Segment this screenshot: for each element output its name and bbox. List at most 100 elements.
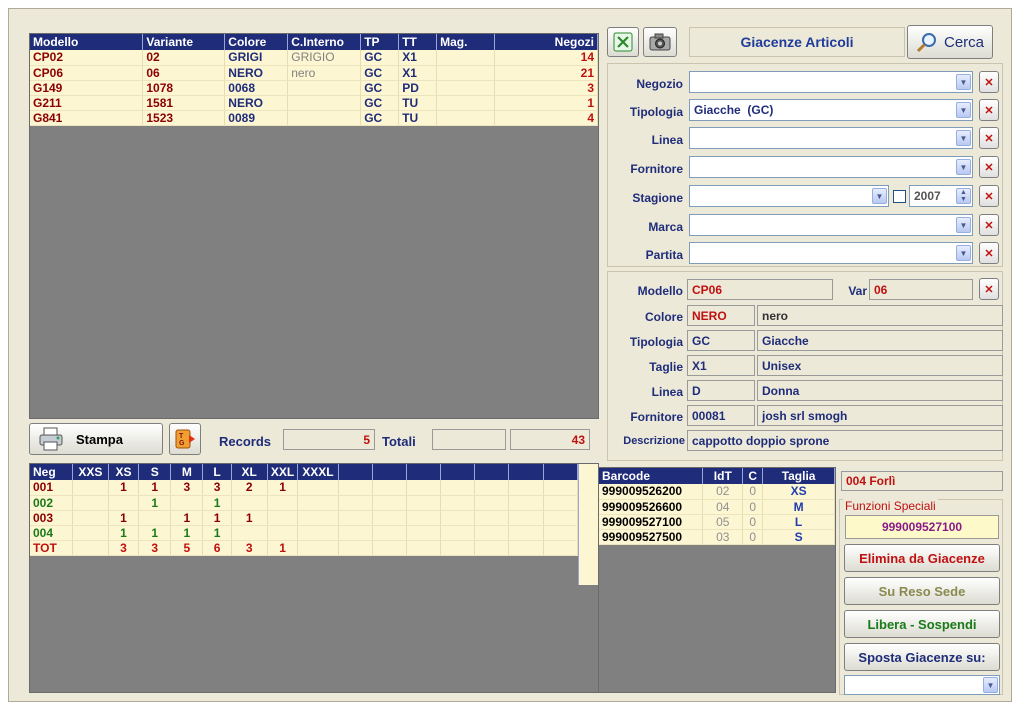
camera-button[interactable] (643, 27, 677, 57)
table-row[interactable]: 001 1 1 3 3 2 1 (30, 480, 579, 496)
clear-linea-button[interactable]: ✕ (979, 127, 999, 149)
filter-linea-select[interactable]: ▼ (689, 127, 973, 149)
special-functions-title: Funzioni Speciali (843, 499, 938, 513)
column-header[interactable]: C (742, 468, 764, 484)
chevron-down-icon[interactable]: ▼ (956, 130, 971, 146)
table-row[interactable]: CP06 06 NERO nero GC X1 21 (30, 65, 598, 81)
chevron-down-icon[interactable]: ▼ (872, 188, 887, 204)
barcode-grid[interactable]: Barcode IdT C Taglia 999009526200 02 0 XS 99900… (598, 467, 836, 693)
table-row[interactable]: CP02 02 GRIGI GRIGIO GC X1 14 (30, 50, 598, 66)
column-header[interactable]: XXXL (297, 464, 339, 480)
close-icon: ✕ (984, 132, 994, 145)
table-cell: S (762, 529, 835, 545)
table-cell (267, 525, 299, 541)
table-cell: GRIGIO (287, 50, 362, 66)
table-row[interactable]: 003 1 1 1 1 (30, 510, 579, 526)
column-header[interactable] (508, 464, 544, 480)
return-hq-button[interactable]: Su Reso Sede (844, 577, 1000, 605)
filter-partita-select[interactable]: ▼ (689, 242, 973, 264)
column-header[interactable]: Barcode (599, 468, 704, 484)
column-header[interactable]: IdT (702, 468, 744, 484)
clear-tipologia-button[interactable]: ✕ (979, 99, 999, 121)
column-header[interactable]: Variante (142, 34, 226, 50)
table-cell: GC (360, 110, 400, 126)
detail-linea-desc: Donna (757, 380, 1003, 401)
detail-var-label: Var (848, 284, 867, 298)
column-header[interactable]: Modello (30, 34, 144, 50)
column-header[interactable] (474, 464, 510, 480)
chevron-down-icon[interactable]: ▼ (956, 102, 971, 118)
column-header[interactable]: M (170, 464, 204, 480)
chevron-down-icon[interactable]: ▼ (956, 217, 971, 233)
filter-stagione-select[interactable]: ▼ (689, 185, 889, 207)
column-header[interactable]: XXL (267, 464, 299, 480)
column-header[interactable]: TP (360, 34, 400, 50)
stagione-year-checkbox[interactable] (893, 190, 906, 203)
stagione-year-value: 2007 (914, 189, 941, 203)
chevron-down-icon[interactable]: ▼ (983, 677, 998, 693)
move-stock-button[interactable]: Sposta Giacenze su: (844, 643, 1000, 671)
column-header[interactable]: XXS (72, 464, 109, 480)
column-header[interactable]: XL (231, 464, 268, 480)
column-header[interactable]: Mag. (436, 34, 496, 50)
table-row[interactable]: G211 1581 NERO GC TU 1 (30, 95, 598, 111)
move-target-select[interactable]: ▼ (844, 675, 1000, 695)
column-header[interactable]: Taglia (762, 468, 835, 484)
column-header[interactable] (372, 464, 407, 480)
column-header[interactable]: C.Interno (287, 34, 362, 50)
column-header[interactable] (406, 464, 442, 480)
column-header[interactable]: TT (398, 34, 438, 50)
chevron-down-icon[interactable]: ▼ (956, 74, 971, 90)
column-header[interactable] (440, 464, 476, 480)
search-button[interactable]: Cerca (907, 25, 993, 59)
articles-table[interactable]: Modello Variante Colore C.Interno TP TT Mag. Ne… (30, 34, 598, 126)
spinner-arrows-icon[interactable]: ▲ ▼ (956, 188, 971, 204)
release-suspend-button[interactable]: Libera - Sospendi (844, 610, 1000, 638)
column-header[interactable]: Negozi (494, 34, 598, 50)
table-cell: 0 (742, 484, 764, 500)
chevron-down-icon[interactable]: ▼ (956, 159, 971, 175)
table-row[interactable]: 999009527500 03 0 S (599, 529, 835, 545)
table-row[interactable]: TOT 3 3 5 6 3 1 (30, 540, 579, 556)
column-header[interactable]: Colore (224, 34, 289, 50)
filter-fornitore-select[interactable]: ▼ (689, 156, 973, 178)
size-grid[interactable]: Neg XXS XS S M L XL XXL XXXL 001 1 1 3 3 2 1 002 1 1 003 1 1… (29, 463, 599, 693)
table-row[interactable]: 002 1 1 (30, 495, 579, 511)
table-row[interactable]: 999009527100 05 0 L (599, 514, 835, 530)
detail-tipologia-label: Tipologia (629, 335, 683, 349)
column-header[interactable] (338, 464, 373, 480)
clear-negozio-button[interactable]: ✕ (979, 71, 999, 93)
barcode-table[interactable]: Barcode IdT C Taglia 999009526200 02 0 XS 99900… (599, 468, 835, 545)
export-tg-button[interactable]: T G (169, 423, 201, 455)
size-table[interactable]: Neg XXS XS S M L XL XXL XXXL 001 1 1 3 3 2 1 002 1 1 003 1 1… (30, 464, 579, 556)
table-row[interactable]: 004 1 1 1 1 (30, 525, 579, 541)
clear-stagione-button[interactable]: ✕ (979, 185, 999, 207)
excel-button[interactable] (607, 27, 639, 57)
chevron-down-icon[interactable]: ▼ (956, 245, 971, 261)
table-cell (338, 495, 373, 511)
column-header[interactable]: S (138, 464, 172, 480)
table-row[interactable]: 999009526200 02 0 XS (599, 484, 835, 500)
articles-grid[interactable]: Modello Variante Colore C.Interno TP TT Mag. Ne… (29, 33, 599, 419)
filter-negozio-select[interactable]: ▼ (689, 71, 973, 93)
column-header[interactable]: Neg (30, 464, 73, 480)
column-header[interactable]: XS (108, 464, 140, 480)
column-header[interactable] (543, 464, 579, 480)
column-header[interactable]: L (202, 464, 232, 480)
table-row[interactable]: G841 1523 0089 GC TU 4 (30, 110, 598, 126)
table-cell: 3 (494, 80, 598, 96)
filter-tipologia-select[interactable]: Giacche (GC) ▼ (689, 99, 973, 121)
table-cell (406, 525, 442, 541)
clear-fornitore-button[interactable]: ✕ (979, 156, 999, 178)
clear-marca-button[interactable]: ✕ (979, 214, 999, 236)
filter-marca-select[interactable]: ▼ (689, 214, 973, 236)
table-cell: 21 (494, 65, 598, 81)
stagione-year-spinner[interactable]: 2007 ▲ ▼ (909, 185, 973, 207)
table-row[interactable]: 999009526600 04 0 M (599, 499, 835, 515)
close-icon: ✕ (984, 247, 994, 260)
table-row[interactable]: G149 1078 0068 GC PD 3 (30, 80, 598, 96)
remove-stock-button[interactable]: Elimina da Giacenze (844, 544, 1000, 572)
clear-detail-button[interactable]: ✕ (979, 278, 999, 300)
print-button[interactable]: Stampa (29, 423, 163, 455)
clear-partita-button[interactable]: ✕ (979, 242, 999, 264)
